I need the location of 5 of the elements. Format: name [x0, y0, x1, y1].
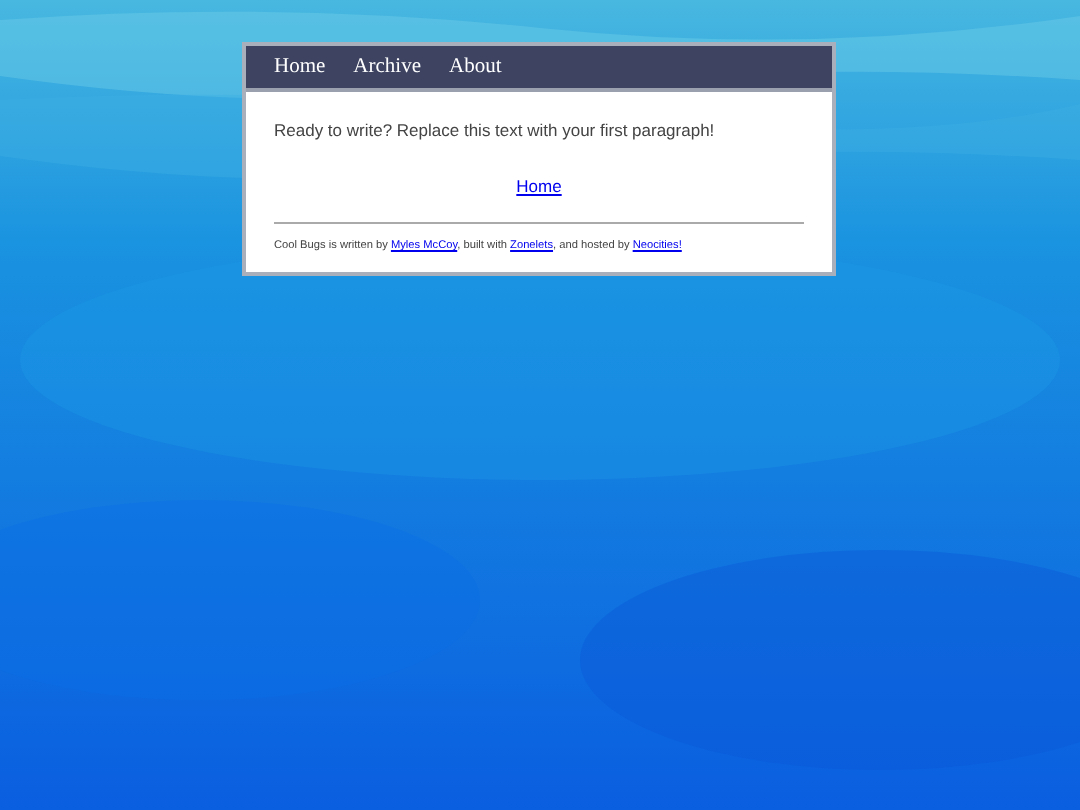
home-link[interactable]: Home: [516, 176, 562, 196]
nav-link[interactable]: Home: [274, 56, 326, 78]
nav-link[interactable]: Archive: [353, 56, 421, 78]
paragraph: Ready to write? Replace this text with your first paragraph!: [274, 120, 717, 140]
nav-link[interactable]: About: [449, 56, 502, 78]
